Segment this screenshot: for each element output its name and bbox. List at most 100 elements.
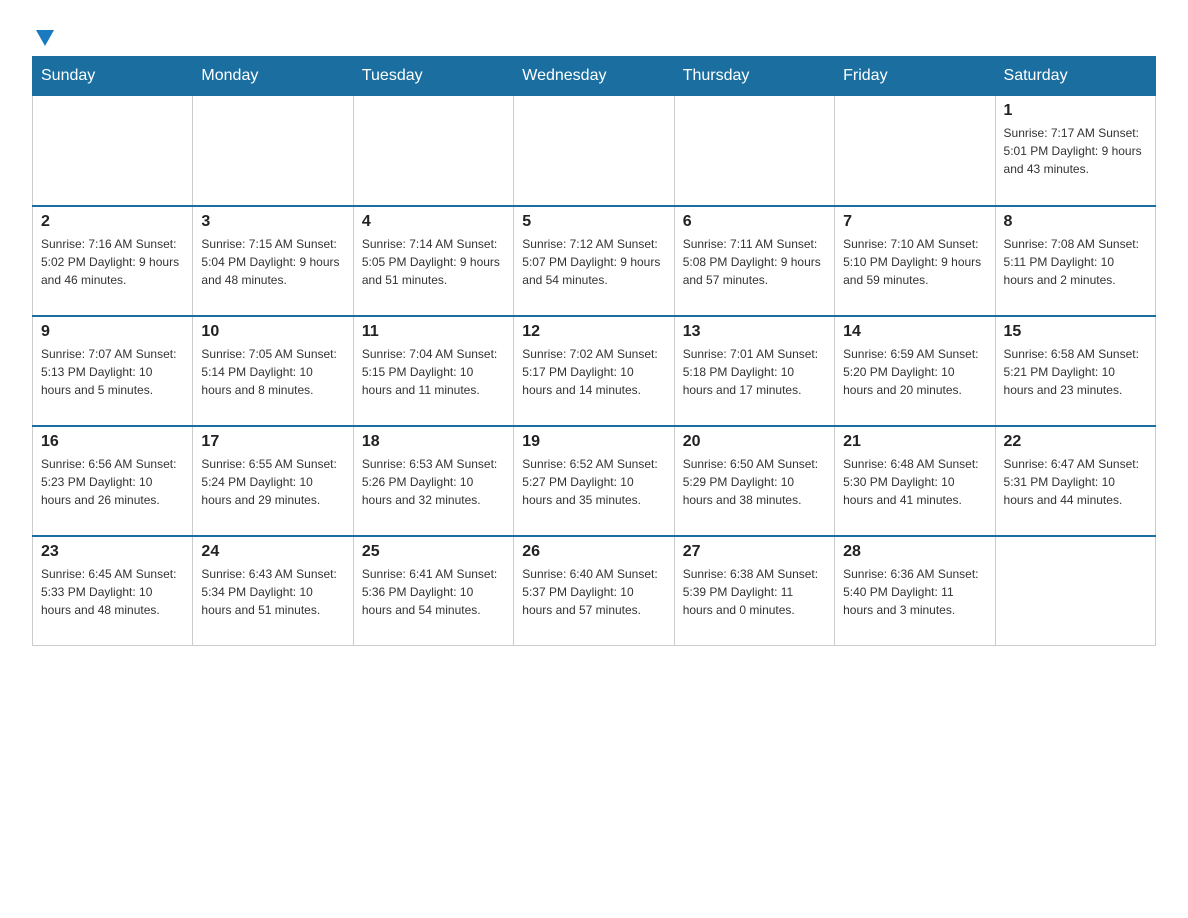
calendar-day-cell <box>835 96 995 206</box>
calendar-header-thursday: Thursday <box>674 57 834 96</box>
day-info: Sunrise: 7:05 AM Sunset: 5:14 PM Dayligh… <box>201 345 344 399</box>
day-number: 11 <box>362 323 505 341</box>
calendar-day-cell: 2 Sunrise: 7:16 AM Sunset: 5:02 PM Daylig… <box>33 206 193 316</box>
calendar-header-wednesday: Wednesday <box>514 57 674 96</box>
day-info: Sunrise: 6:47 AM Sunset: 5:31 PM Dayligh… <box>1004 455 1147 509</box>
calendar-day-cell: 16Sunrise: 6:56 AM Sunset: 5:23 PM Dayli… <box>33 426 193 536</box>
day-number: 25 <box>362 543 505 561</box>
calendar-day-cell: 4 Sunrise: 7:14 AM Sunset: 5:05 PM Daylig… <box>353 206 513 316</box>
calendar-header-sunday: Sunday <box>33 57 193 96</box>
calendar-day-cell: 27 Sunrise: 6:38 AM Sunset: 5:39 PM Dayli… <box>674 536 834 646</box>
day-number: 7 <box>843 213 986 231</box>
day-info: Sunrise: 6:58 AM Sunset: 5:21 PM Dayligh… <box>1004 345 1147 399</box>
calendar-day-cell: 21 Sunrise: 6:48 AM Sunset: 5:30 PM Dayli… <box>835 426 995 536</box>
day-number: 1 <box>1004 102 1147 120</box>
day-number: 18 <box>362 433 505 451</box>
calendar-day-cell: 24 Sunrise: 6:43 AM Sunset: 5:34 PM Dayli… <box>193 536 353 646</box>
day-number: 2 <box>41 213 184 231</box>
calendar-week-row: 1 Sunrise: 7:17 AM Sunset: 5:01 PM Daylig… <box>33 96 1156 206</box>
calendar-day-cell: 3 Sunrise: 7:15 AM Sunset: 5:04 PM Daylig… <box>193 206 353 316</box>
calendar-day-cell <box>193 96 353 206</box>
day-number: 28 <box>843 543 986 561</box>
calendar-header-monday: Monday <box>193 57 353 96</box>
calendar-day-cell <box>995 536 1155 646</box>
calendar-header-saturday: Saturday <box>995 57 1155 96</box>
calendar-header-tuesday: Tuesday <box>353 57 513 96</box>
calendar-day-cell: 5Sunrise: 7:12 AM Sunset: 5:07 PM Daylig… <box>514 206 674 316</box>
day-info: Sunrise: 6:50 AM Sunset: 5:29 PM Dayligh… <box>683 455 826 509</box>
day-number: 26 <box>522 543 665 561</box>
day-info: Sunrise: 7:11 AM Sunset: 5:08 PM Dayligh… <box>683 235 826 289</box>
calendar-day-cell: 19 Sunrise: 6:52 AM Sunset: 5:27 PM Dayli… <box>514 426 674 536</box>
day-info: Sunrise: 6:40 AM Sunset: 5:37 PM Dayligh… <box>522 565 665 619</box>
day-info: Sunrise: 7:10 AM Sunset: 5:10 PM Dayligh… <box>843 235 986 289</box>
calendar-week-row: 9 Sunrise: 7:07 AM Sunset: 5:13 PM Daylig… <box>33 316 1156 426</box>
calendar-day-cell: 25 Sunrise: 6:41 AM Sunset: 5:36 PM Dayli… <box>353 536 513 646</box>
day-info: Sunrise: 7:04 AM Sunset: 5:15 PM Dayligh… <box>362 345 505 399</box>
day-info: Sunrise: 6:48 AM Sunset: 5:30 PM Dayligh… <box>843 455 986 509</box>
calendar-header-friday: Friday <box>835 57 995 96</box>
calendar-day-cell: 26 Sunrise: 6:40 AM Sunset: 5:37 PM Dayli… <box>514 536 674 646</box>
day-info: Sunrise: 7:07 AM Sunset: 5:13 PM Dayligh… <box>41 345 184 399</box>
day-info: Sunrise: 6:56 AM Sunset: 5:23 PM Dayligh… <box>41 455 184 509</box>
calendar-day-cell: 14 Sunrise: 6:59 AM Sunset: 5:20 PM Dayli… <box>835 316 995 426</box>
calendar-day-cell: 8 Sunrise: 7:08 AM Sunset: 5:11 PM Daylig… <box>995 206 1155 316</box>
calendar-day-cell: 11 Sunrise: 7:04 AM Sunset: 5:15 PM Dayli… <box>353 316 513 426</box>
day-number: 3 <box>201 213 344 231</box>
day-info: Sunrise: 7:17 AM Sunset: 5:01 PM Dayligh… <box>1004 124 1147 178</box>
calendar-day-cell: 28Sunrise: 6:36 AM Sunset: 5:40 PM Dayli… <box>835 536 995 646</box>
calendar-day-cell: 15 Sunrise: 6:58 AM Sunset: 5:21 PM Dayli… <box>995 316 1155 426</box>
calendar-day-cell: 20 Sunrise: 6:50 AM Sunset: 5:29 PM Dayli… <box>674 426 834 536</box>
day-number: 14 <box>843 323 986 341</box>
calendar-day-cell: 22 Sunrise: 6:47 AM Sunset: 5:31 PM Dayli… <box>995 426 1155 536</box>
day-info: Sunrise: 7:14 AM Sunset: 5:05 PM Dayligh… <box>362 235 505 289</box>
calendar-day-cell: 7 Sunrise: 7:10 AM Sunset: 5:10 PM Daylig… <box>835 206 995 316</box>
day-number: 12 <box>522 323 665 341</box>
calendar-day-cell <box>674 96 834 206</box>
calendar-day-cell: 17 Sunrise: 6:55 AM Sunset: 5:24 PM Dayli… <box>193 426 353 536</box>
day-info: Sunrise: 7:15 AM Sunset: 5:04 PM Dayligh… <box>201 235 344 289</box>
day-number: 8 <box>1004 213 1147 231</box>
calendar-week-row: 23Sunrise: 6:45 AM Sunset: 5:33 PM Dayli… <box>33 536 1156 646</box>
day-number: 13 <box>683 323 826 341</box>
logo <box>32 24 56 44</box>
calendar-week-row: 16Sunrise: 6:56 AM Sunset: 5:23 PM Dayli… <box>33 426 1156 536</box>
day-number: 20 <box>683 433 826 451</box>
day-info: Sunrise: 6:55 AM Sunset: 5:24 PM Dayligh… <box>201 455 344 509</box>
day-info: Sunrise: 7:08 AM Sunset: 5:11 PM Dayligh… <box>1004 235 1147 289</box>
day-info: Sunrise: 7:02 AM Sunset: 5:17 PM Dayligh… <box>522 345 665 399</box>
calendar-day-cell <box>353 96 513 206</box>
day-number: 10 <box>201 323 344 341</box>
day-number: 6 <box>683 213 826 231</box>
day-info: Sunrise: 7:16 AM Sunset: 5:02 PM Dayligh… <box>41 235 184 289</box>
day-number: 23 <box>41 543 184 561</box>
calendar-day-cell: 12 Sunrise: 7:02 AM Sunset: 5:17 PM Dayli… <box>514 316 674 426</box>
day-number: 27 <box>683 543 826 561</box>
calendar-day-cell <box>33 96 193 206</box>
day-number: 19 <box>522 433 665 451</box>
calendar-day-cell: 13 Sunrise: 7:01 AM Sunset: 5:18 PM Dayli… <box>674 316 834 426</box>
calendar-table: SundayMondayTuesdayWednesdayThursdayFrid… <box>32 56 1156 646</box>
day-info: Sunrise: 6:41 AM Sunset: 5:36 PM Dayligh… <box>362 565 505 619</box>
day-number: 5 <box>522 213 665 231</box>
day-number: 21 <box>843 433 986 451</box>
day-number: 24 <box>201 543 344 561</box>
day-number: 22 <box>1004 433 1147 451</box>
calendar-day-cell: 10 Sunrise: 7:05 AM Sunset: 5:14 PM Dayli… <box>193 316 353 426</box>
day-info: Sunrise: 6:38 AM Sunset: 5:39 PM Dayligh… <box>683 565 826 619</box>
day-number: 17 <box>201 433 344 451</box>
day-number: 9 <box>41 323 184 341</box>
calendar-header-row: SundayMondayTuesdayWednesdayThursdayFrid… <box>33 57 1156 96</box>
day-number: 15 <box>1004 323 1147 341</box>
day-info: Sunrise: 6:52 AM Sunset: 5:27 PM Dayligh… <box>522 455 665 509</box>
calendar-day-cell <box>514 96 674 206</box>
calendar-week-row: 2 Sunrise: 7:16 AM Sunset: 5:02 PM Daylig… <box>33 206 1156 316</box>
day-info: Sunrise: 7:01 AM Sunset: 5:18 PM Dayligh… <box>683 345 826 399</box>
day-info: Sunrise: 6:59 AM Sunset: 5:20 PM Dayligh… <box>843 345 986 399</box>
calendar-day-cell: 9 Sunrise: 7:07 AM Sunset: 5:13 PM Daylig… <box>33 316 193 426</box>
calendar-day-cell: 6 Sunrise: 7:11 AM Sunset: 5:08 PM Daylig… <box>674 206 834 316</box>
day-info: Sunrise: 6:53 AM Sunset: 5:26 PM Dayligh… <box>362 455 505 509</box>
calendar-day-cell: 18 Sunrise: 6:53 AM Sunset: 5:26 PM Dayli… <box>353 426 513 536</box>
day-info: Sunrise: 6:43 AM Sunset: 5:34 PM Dayligh… <box>201 565 344 619</box>
day-number: 4 <box>362 213 505 231</box>
